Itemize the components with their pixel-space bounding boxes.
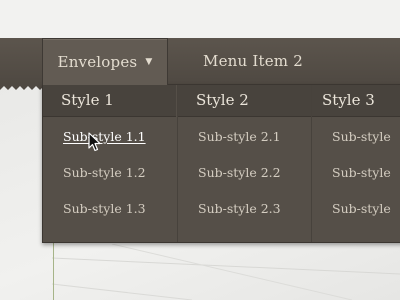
nav-item-menu-item-2[interactable]: Menu Item 2 [186, 38, 320, 84]
mouse-pointer-icon [88, 132, 101, 152]
sub-style-link[interactable]: Sub-style 2.2 [178, 155, 311, 191]
navbar-zigzag-edge [0, 84, 44, 90]
sub-style-link[interactable]: Sub-style 1.1 [43, 119, 176, 155]
sub-style-link[interactable]: Sub-style 1.2 [43, 155, 176, 191]
dropdown-menu: Style 1 Sub-style 1.1 Sub-style 1.2 Sub-… [42, 84, 400, 243]
nav-item-label: Menu Item 2 [203, 52, 303, 70]
caret-down-icon: ▼ [145, 57, 153, 67]
nav-item-envelopes[interactable]: Envelopes ▼ [42, 38, 168, 85]
column-heading: Style 1 [43, 85, 176, 117]
sub-style-link[interactable]: Sub-style 2.1 [178, 119, 311, 155]
paper-edge [53, 238, 54, 300]
dropdown-column-style-3: Style 3 Sub-style Sub-style Sub-style [311, 85, 400, 242]
dropdown-column-style-1: Style 1 Sub-style 1.1 Sub-style 1.2 Sub-… [43, 85, 176, 242]
sub-style-link[interactable]: Sub-style 1.3 [43, 191, 176, 227]
column-heading: Style 2 [178, 85, 311, 117]
nav-item-label: Envelopes [57, 53, 138, 71]
sub-style-link[interactable]: Sub-style [312, 191, 400, 227]
page-top-area [0, 0, 400, 38]
sub-style-link[interactable]: Sub-style [312, 155, 400, 191]
paper-fold-lines [52, 244, 400, 300]
sub-style-link[interactable]: Sub-style 2.3 [178, 191, 311, 227]
column-heading: Style 3 [312, 85, 400, 117]
dropdown-column-style-2: Style 2 Sub-style 2.1 Sub-style 2.2 Sub-… [177, 85, 311, 242]
sub-style-link[interactable]: Sub-style [312, 119, 400, 155]
